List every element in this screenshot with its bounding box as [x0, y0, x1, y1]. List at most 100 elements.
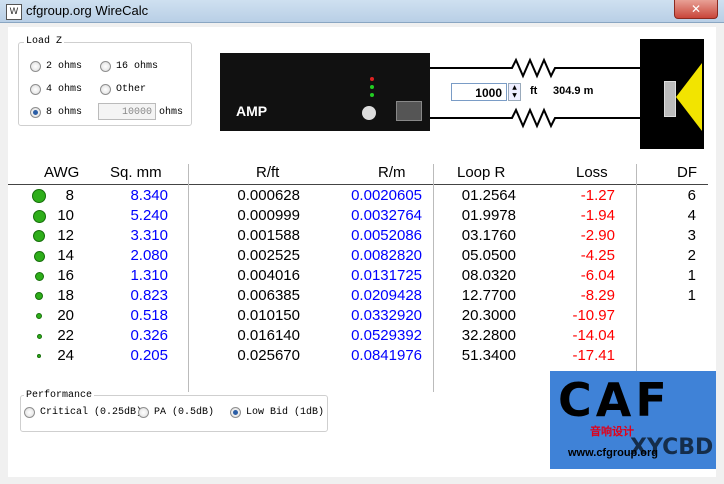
cell-loop: 32.2800 — [461, 327, 516, 344]
cell-awg: 18 — [57, 287, 74, 304]
cell-loss: -17.41 — [572, 347, 615, 364]
cell-rm: 0.0841976 — [351, 347, 422, 364]
cell-rm: 0.0032764 — [351, 207, 422, 224]
table-row: 12 3.310 0.001588 0.0052086 03.1760 -2.90 3 — [8, 226, 708, 246]
header-sqmm: Sq. mm — [110, 164, 162, 181]
cell-awg: 16 — [57, 267, 74, 284]
radio-label: 4 ohms — [46, 84, 83, 95]
cell-rm: 0.0082820 — [351, 247, 422, 264]
radio-indicator-selected[interactable] — [30, 107, 41, 118]
cell-awg: 24 — [57, 347, 74, 364]
header-divider — [8, 184, 708, 185]
performance-label: Performance — [24, 390, 95, 401]
cell-df: 6 — [687, 187, 696, 204]
wire-gauge-dot-icon — [36, 333, 42, 339]
radio-label: PA (0.5dB) — [154, 407, 215, 418]
window-title: cfgroup.org WireCalc — [26, 3, 149, 18]
radio-label: Critical (0.25dB) — [40, 407, 143, 418]
cell-loop: 01.9978 — [461, 207, 516, 224]
table-row: 22 0.326 0.016140 0.0529392 32.2800 -14.04 — [8, 326, 708, 346]
cell-loop: 01.2564 — [461, 187, 516, 204]
other-unit-label: ohms — [159, 107, 184, 118]
radio-indicator[interactable] — [100, 61, 111, 72]
cell-sqmm: 3.310 — [130, 227, 168, 244]
radio-2-ohms[interactable]: 2 ohms — [30, 61, 82, 72]
wire-gauge-dot-icon — [32, 209, 46, 223]
header-df: DF — [677, 164, 697, 181]
cell-loss: -4.25 — [580, 247, 615, 264]
logo-letters: CAF — [558, 373, 671, 427]
cell-rm: 0.0020605 — [351, 187, 422, 204]
wire-gauge-dot-icon — [34, 271, 44, 281]
radio-4-ohms[interactable]: 4 ohms — [30, 84, 82, 95]
radio-indicator[interactable] — [30, 84, 41, 95]
cell-sqmm: 0.518 — [130, 307, 168, 324]
radio-indicator-selected[interactable] — [230, 407, 241, 418]
length-spinner-button[interactable]: ▲ ▼ — [508, 83, 521, 101]
table-row: 24 0.205 0.025670 0.0841976 51.3400 -17.41 — [8, 346, 708, 366]
cell-loss: -2.90 — [580, 227, 615, 244]
length-unit-label: ft — [530, 85, 538, 97]
load-z-label: Load Z — [24, 36, 65, 47]
close-button[interactable]: ✕ — [674, 0, 718, 19]
radio-indicator[interactable] — [100, 84, 111, 95]
radio-16-ohms[interactable]: 16 ohms — [100, 61, 158, 72]
amp-power-switch-icon — [396, 101, 422, 121]
cell-df: 3 — [687, 227, 696, 244]
cell-loop: 05.0500 — [461, 247, 516, 264]
cell-df: 2 — [687, 247, 696, 264]
cell-rft: 0.004016 — [237, 267, 300, 284]
cell-sqmm: 2.080 — [130, 247, 168, 264]
cell-rm: 0.0209428 — [351, 287, 422, 304]
length-meters-readout: 304.9 m — [553, 85, 594, 97]
radio-critical[interactable]: Critical (0.25dB) — [24, 407, 142, 418]
main-panel: Load Z 2 ohms 16 ohms 4 ohms Other 8 ohm… — [8, 27, 716, 477]
amp-led-green — [370, 93, 374, 97]
other-ohms-input[interactable]: 10000 — [98, 103, 156, 120]
cell-rft: 0.000628 — [237, 187, 300, 204]
cell-rm: 0.0052086 — [351, 227, 422, 244]
cell-awg: 22 — [57, 327, 74, 344]
radio-indicator[interactable] — [24, 407, 35, 418]
radio-indicator[interactable] — [30, 61, 41, 72]
cell-loss: -6.04 — [580, 267, 615, 284]
radio-label: Low Bid (1dB) — [246, 407, 325, 418]
wire-gauge-dot-icon — [32, 189, 46, 203]
amp-knob-icon — [362, 106, 376, 120]
table-row: 16 1.310 0.004016 0.0131725 08.0320 -6.04 1 — [8, 266, 708, 286]
header-awg: AWG — [44, 164, 80, 181]
cfgroup-logo: CAF 音响设计 XYCBD www.cfgroup.org — [550, 371, 716, 469]
cell-loss: -1.94 — [580, 207, 615, 224]
table-row: 18 0.823 0.006385 0.0209428 12.7700 -8.29 1 — [8, 286, 708, 306]
radio-indicator[interactable] — [138, 407, 149, 418]
radio-label: 2 ohms — [46, 61, 83, 72]
cable-length-input[interactable]: 1000 — [451, 83, 507, 101]
cell-sqmm: 0.823 — [130, 287, 168, 304]
radio-low-bid[interactable]: Low Bid (1dB) — [230, 407, 324, 418]
radio-8-ohms[interactable]: 8 ohms — [30, 107, 82, 118]
table-row: 8 8.340 0.000628 0.0020605 01.2564 -1.27 6 — [8, 186, 708, 206]
radio-label: Other — [116, 84, 147, 95]
cell-sqmm: 0.326 — [130, 327, 168, 344]
cell-loss: -8.29 — [580, 287, 615, 304]
cell-sqmm: 5.240 — [130, 207, 168, 224]
cell-awg: 8 — [65, 187, 74, 204]
radio-label: 8 ohms — [46, 107, 83, 118]
radio-pa[interactable]: PA (0.5dB) — [138, 407, 214, 418]
radio-other[interactable]: Other — [100, 84, 146, 95]
cell-rft: 0.006385 — [237, 287, 300, 304]
amp-label: AMP — [236, 103, 268, 119]
logo-url: www.cfgroup.org — [568, 447, 659, 459]
cell-df: 1 — [687, 287, 696, 304]
table-row: 10 5.240 0.000999 0.0032764 01.9978 -1.94 4 — [8, 206, 708, 226]
amplifier-graphic: AMP — [220, 53, 430, 131]
header-r-per-m: R/m — [378, 164, 406, 181]
radio-label: 16 ohms — [116, 61, 159, 72]
header-loss: Loss — [576, 164, 608, 181]
cell-loop: 51.3400 — [461, 347, 516, 364]
cell-loop: 08.0320 — [461, 267, 516, 284]
app-icon: W — [6, 4, 22, 20]
header-r-per-ft: R/ft — [256, 164, 280, 181]
cell-loss: -1.27 — [580, 187, 615, 204]
wire-gauge-dot-icon — [35, 292, 43, 300]
